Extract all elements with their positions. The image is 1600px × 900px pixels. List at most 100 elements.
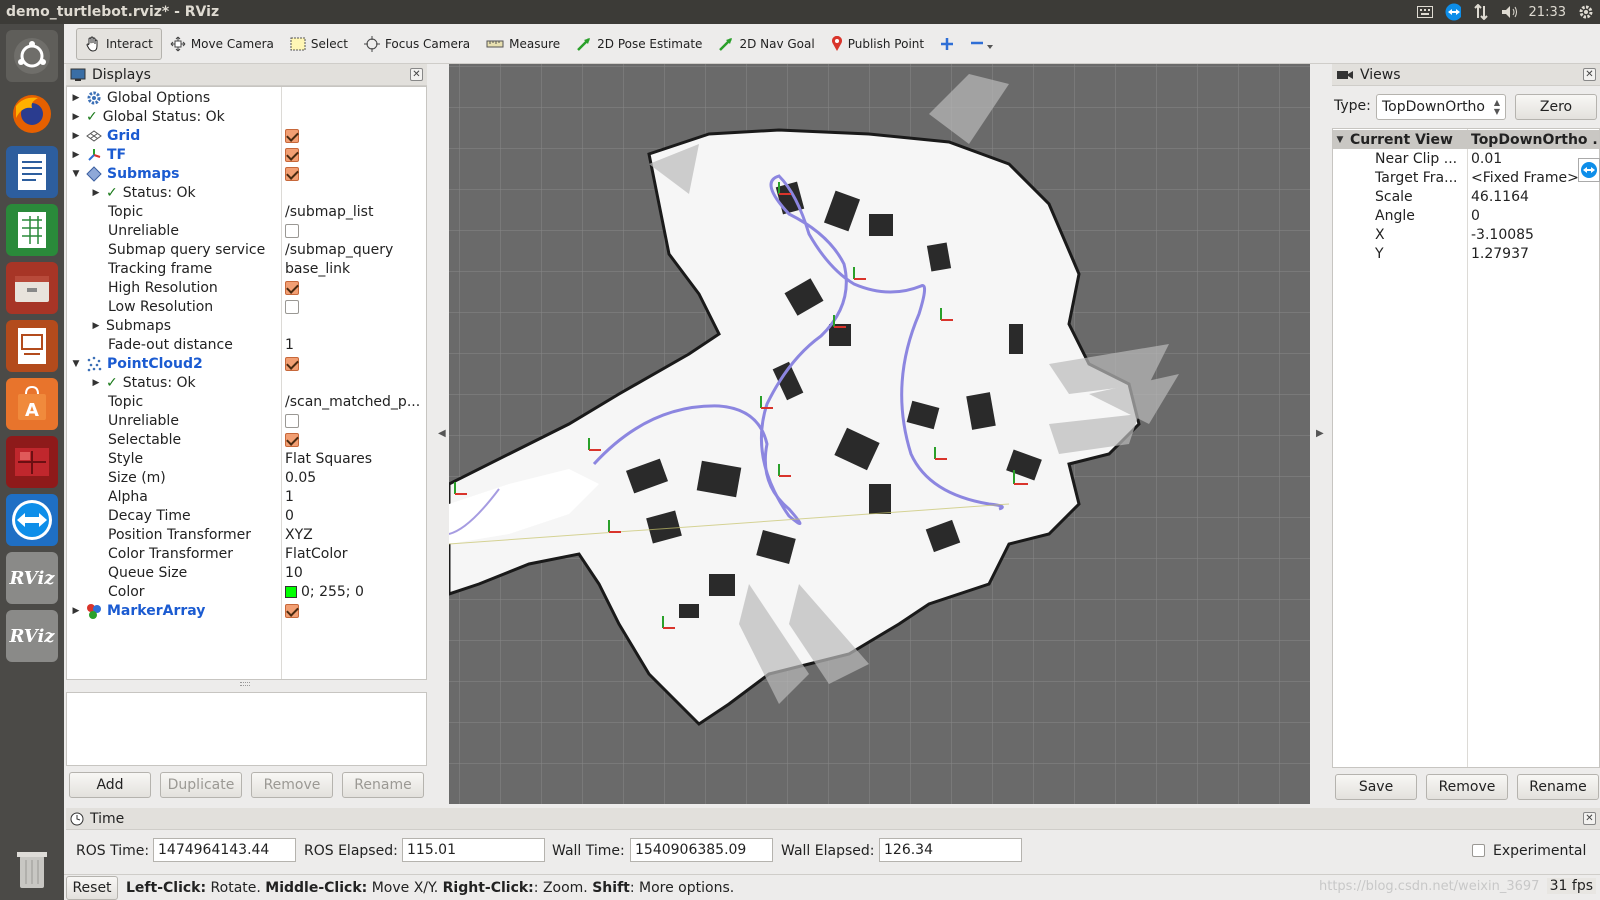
add-display-button[interactable]: Add bbox=[69, 772, 151, 798]
ubuntu-dash-icon[interactable] bbox=[6, 30, 58, 82]
pose-estimate-tool[interactable]: 2D Pose Estimate bbox=[568, 28, 710, 60]
tree-row-grid[interactable]: ▶ Grid bbox=[67, 126, 426, 145]
row-value[interactable]: 1 bbox=[285, 337, 425, 353]
tree-row-property[interactable]: Unreliable bbox=[67, 221, 426, 240]
save-view-button[interactable]: Save bbox=[1335, 774, 1417, 800]
tree-row-global-options[interactable]: ▶ Global Options bbox=[67, 88, 426, 107]
wall-time-field[interactable]: 1540906385.09 bbox=[630, 838, 773, 862]
expand-arrow-icon[interactable]: ▶ bbox=[91, 188, 101, 198]
row-value[interactable]: /submap_list bbox=[285, 204, 425, 220]
tree-row-global-status[interactable]: ▶ ✓ Global Status: Ok bbox=[67, 107, 426, 126]
reset-button[interactable]: Reset bbox=[66, 875, 118, 900]
rename-view-button[interactable]: Rename bbox=[1517, 774, 1599, 800]
grid-enabled-checkbox[interactable] bbox=[285, 128, 299, 143]
tree-row-property[interactable]: Tracking frame base_link bbox=[67, 259, 426, 278]
tree-row-tf[interactable]: ▶ TF bbox=[67, 145, 426, 164]
calc-icon[interactable] bbox=[6, 204, 58, 256]
tree-row-property[interactable]: Decay Time 0 bbox=[67, 506, 426, 525]
ros-elapsed-field[interactable]: 115.01 bbox=[402, 838, 545, 862]
splitter-handle[interactable] bbox=[240, 682, 250, 686]
close-icon[interactable]: ✕ bbox=[410, 68, 423, 81]
map-render[interactable] bbox=[449, 64, 1310, 804]
unreliable-checkbox[interactable] bbox=[285, 223, 299, 238]
row-value[interactable]: 0.05 bbox=[285, 470, 425, 486]
render-viewport[interactable] bbox=[449, 64, 1310, 804]
tree-row-property[interactable]: Size (m) 0.05 bbox=[67, 468, 426, 487]
row-value[interactable]: FlatColor bbox=[285, 546, 425, 562]
files-icon[interactable] bbox=[6, 262, 58, 314]
tree-row-property[interactable]: Angle 0 bbox=[1333, 206, 1599, 225]
tree-row-property[interactable]: Near Clip ... 0.01 bbox=[1333, 149, 1599, 168]
tree-row-pointcloud-status[interactable]: ▶ ✓ Status: Ok bbox=[67, 373, 426, 392]
expand-arrow-icon[interactable]: ▶ bbox=[71, 150, 81, 160]
tree-row-property[interactable]: Style Flat Squares bbox=[67, 449, 426, 468]
close-icon[interactable]: ✕ bbox=[1583, 68, 1596, 81]
row-value[interactable]: /scan_matched_p... bbox=[285, 394, 425, 410]
tree-row-property[interactable]: Fade-out distance 1 bbox=[67, 335, 426, 354]
network-icon[interactable] bbox=[1473, 4, 1489, 20]
collapse-arrow-icon[interactable]: ▼ bbox=[71, 169, 81, 179]
tree-row-property[interactable]: Alpha 1 bbox=[67, 487, 426, 506]
gear-icon[interactable] bbox=[1578, 4, 1594, 20]
high-resolution-checkbox[interactable] bbox=[285, 280, 299, 295]
tree-row-submaps[interactable]: ▼ Submaps bbox=[67, 164, 426, 183]
unreliable-checkbox[interactable] bbox=[285, 413, 299, 428]
row-value[interactable]: 1.27937 bbox=[1471, 246, 1599, 262]
tree-row-property[interactable]: Position Transformer XYZ bbox=[67, 525, 426, 544]
row-value[interactable]: 0; 255; 0 bbox=[301, 584, 364, 600]
submaps-enabled-checkbox[interactable] bbox=[285, 166, 299, 181]
teamviewer-tray-icon[interactable] bbox=[1445, 3, 1461, 21]
tree-row-property[interactable]: Y 1.27937 bbox=[1333, 244, 1599, 263]
expand-arrow-icon[interactable]: ▶ bbox=[71, 606, 81, 616]
remove-view-button[interactable]: Remove bbox=[1426, 774, 1508, 800]
clock[interactable]: 21:33 bbox=[1529, 5, 1566, 20]
row-value[interactable]: -3.10085 bbox=[1471, 227, 1599, 243]
row-value[interactable]: 0 bbox=[1471, 208, 1599, 224]
row-value[interactable]: XYZ bbox=[285, 527, 425, 543]
wall-elapsed-field[interactable]: 126.34 bbox=[879, 838, 1022, 862]
close-icon[interactable]: ✕ bbox=[1583, 812, 1596, 825]
teamviewer-icon[interactable] bbox=[6, 494, 58, 546]
tree-row-property[interactable]: Color Transformer FlatColor bbox=[67, 544, 426, 563]
zero-button[interactable]: Zero bbox=[1515, 94, 1597, 120]
row-value[interactable]: /submap_query bbox=[285, 242, 425, 258]
tree-row-property[interactable]: Topic/scan_matched_p... bbox=[67, 392, 426, 411]
tree-row-pointcloud2[interactable]: ▼ PointCloud2 bbox=[67, 354, 426, 373]
trash-icon[interactable] bbox=[6, 842, 58, 894]
rename-display-button[interactable]: Rename bbox=[342, 772, 424, 798]
row-value[interactable]: 46.1164 bbox=[1471, 189, 1599, 205]
tree-row-property[interactable]: Target Fra... <Fixed Frame> bbox=[1333, 168, 1599, 187]
row-value[interactable]: 1 bbox=[285, 489, 425, 505]
remove-tool-button[interactable] bbox=[962, 28, 1002, 60]
row-value[interactable]: base_link bbox=[285, 261, 425, 277]
ros-time-field[interactable]: 1474964143.44 bbox=[153, 838, 296, 862]
measure-tool[interactable]: Measure bbox=[478, 28, 568, 60]
rviz-icon[interactable]: RViz bbox=[6, 552, 58, 604]
pointcloud2-enabled-checkbox[interactable] bbox=[285, 356, 299, 371]
move-camera-tool[interactable]: Move Camera bbox=[162, 28, 282, 60]
volume-icon[interactable] bbox=[1501, 4, 1517, 20]
rviz-icon[interactable]: RViz bbox=[6, 610, 58, 662]
expand-arrow-icon[interactable]: ▶ bbox=[71, 112, 81, 122]
view-type-select[interactable]: TopDownOrtho ▲ ▼ bbox=[1376, 94, 1506, 120]
publish-point-tool[interactable]: Publish Point bbox=[823, 28, 932, 60]
experimental-checkbox[interactable] bbox=[1472, 844, 1485, 857]
tree-row-property[interactable]: Submap query service/submap_query bbox=[67, 240, 426, 259]
tree-row-property[interactable]: Scale 46.1164 bbox=[1333, 187, 1599, 206]
expand-arrow-icon[interactable]: ▶ bbox=[71, 93, 81, 103]
markerarray-enabled-checkbox[interactable] bbox=[285, 603, 299, 618]
tree-row-property[interactable]: Topic/submap_list bbox=[67, 202, 426, 221]
focus-camera-tool[interactable]: Focus Camera bbox=[356, 28, 478, 60]
software-center-icon[interactable]: A bbox=[6, 378, 58, 430]
system-monitor-icon[interactable] bbox=[6, 436, 58, 488]
writer-icon[interactable] bbox=[6, 146, 58, 198]
teamviewer-side-icon[interactable] bbox=[1578, 158, 1600, 182]
tree-row-property[interactable]: High Resolution bbox=[67, 278, 426, 297]
tree-row-property[interactable]: Queue Size 10 bbox=[67, 563, 426, 582]
row-value[interactable]: 10 bbox=[285, 565, 425, 581]
tree-row-property[interactable]: Color 0; 255; 0 bbox=[67, 582, 426, 601]
collapse-arrow-icon[interactable]: ▼ bbox=[71, 359, 81, 369]
row-value[interactable]: 0 bbox=[285, 508, 425, 524]
tree-row-submaps-status[interactable]: ▶ ✓ Status: Ok bbox=[67, 183, 426, 202]
tree-row-property[interactable]: Selectable bbox=[67, 430, 426, 449]
